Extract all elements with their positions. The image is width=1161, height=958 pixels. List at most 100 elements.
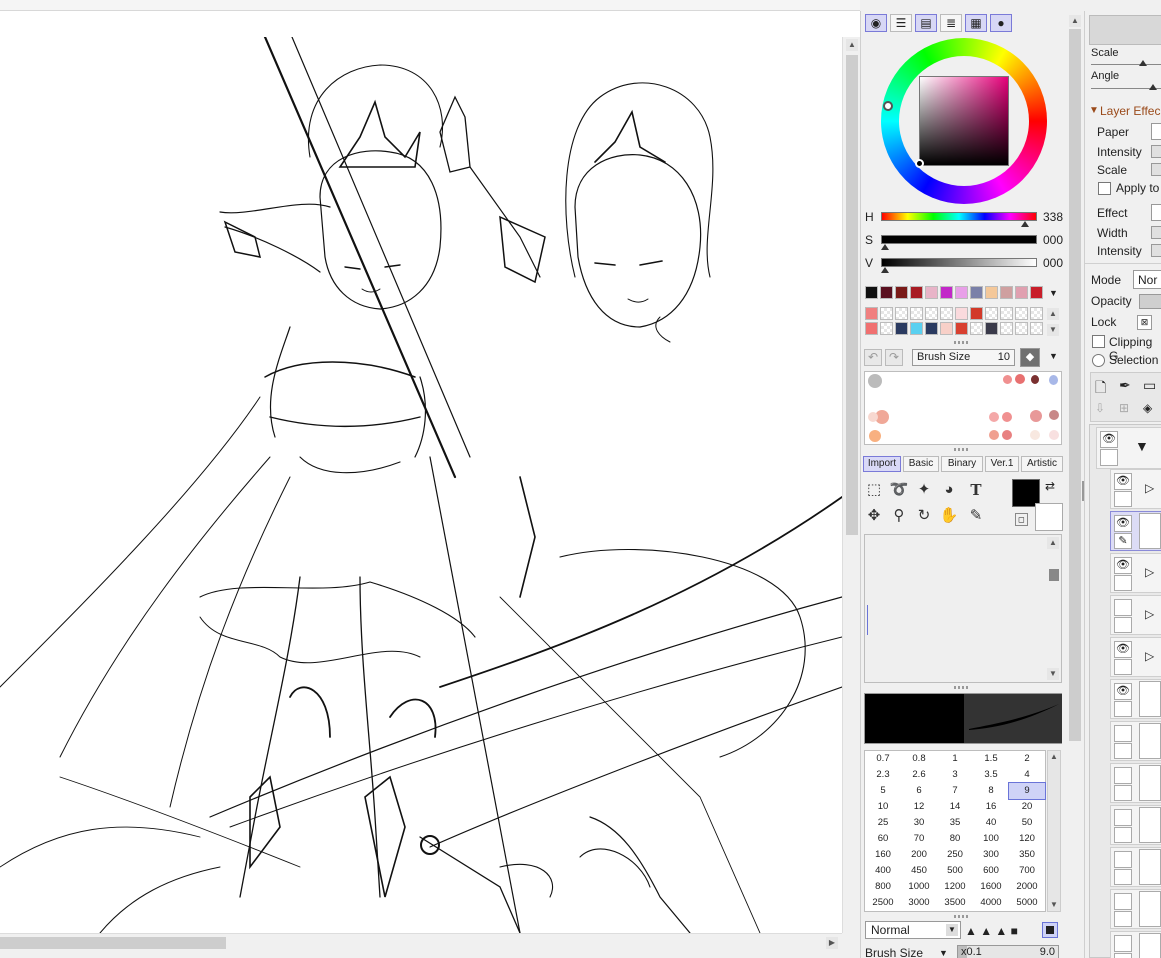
palette-swatch[interactable] — [925, 286, 938, 299]
panel-splitter-4[interactable] — [954, 915, 970, 918]
layer-row[interactable] — [1110, 847, 1161, 887]
palette-swatch[interactable] — [955, 286, 968, 299]
pen-lock-icon[interactable]: ✎ — [1114, 533, 1132, 549]
brush-size-cell[interactable]: 2.3 — [865, 767, 901, 783]
brush-size-dropdown-icon[interactable]: ▼ — [939, 948, 948, 958]
layer-row[interactable]: 👁 ✎ — [1110, 511, 1161, 551]
brush-size-cell[interactable]: 200 — [901, 847, 937, 863]
brush-size-cell[interactable]: 300 — [973, 847, 1009, 863]
brush-size-cell[interactable]: 30 — [901, 815, 937, 831]
chevron-down-icon[interactable]: ▼ — [946, 924, 958, 936]
eraser-toggle-icon[interactable]: ◆ — [1020, 348, 1040, 367]
brush-shape-selected[interactable] — [1042, 922, 1058, 938]
hue-slider[interactable] — [881, 212, 1037, 221]
brush-size-cell[interactable]: 2000 — [1009, 879, 1045, 895]
tool-list-scroll-up-icon[interactable]: ▲ — [1047, 537, 1059, 549]
brush-size-cell[interactable]: 1200 — [937, 879, 973, 895]
palette-swatch[interactable] — [1000, 307, 1013, 320]
canvas-vertical-scrollbar[interactable]: ▲ — [842, 37, 860, 933]
magic-wand-tool-icon[interactable]: ✦ — [913, 479, 935, 501]
layer-lock-icon[interactable] — [1114, 575, 1132, 591]
folder-expand-icon[interactable]: ▷ — [1145, 649, 1154, 663]
brush-size-cell[interactable]: 5 — [865, 783, 901, 799]
tool-mode-tab-basic[interactable]: Basic — [903, 456, 939, 472]
brush-size-cell[interactable]: 4000 — [973, 895, 1009, 911]
brush-size-cell[interactable]: 1.5 — [973, 751, 1009, 767]
palette-swatch[interactable] — [940, 322, 953, 335]
palette-swatch[interactable] — [1015, 286, 1028, 299]
panel-splitter-3[interactable] — [954, 686, 970, 689]
folder-expand-icon[interactable]: ▷ — [1145, 565, 1154, 579]
lock-transparency-icon[interactable]: ⊠ — [1137, 315, 1152, 330]
rgb-sliders-tab-icon[interactable]: ☰ — [890, 14, 912, 32]
layer-lock-icon[interactable] — [1114, 617, 1132, 633]
brush-bar-menu-icon[interactable]: ▼ — [1049, 351, 1058, 361]
palette-swatch[interactable] — [955, 307, 968, 320]
palette-swatch[interactable] — [985, 322, 998, 335]
brush-size-cell[interactable]: 0.7 — [865, 751, 901, 767]
value-slider-handle-icon[interactable] — [881, 267, 889, 273]
palette-swatch[interactable] — [1030, 286, 1043, 299]
opacity-slider[interactable] — [1139, 294, 1161, 309]
rotate-tool-icon[interactable]: ↻ — [913, 505, 935, 527]
undo-icon[interactable]: ↶ — [864, 349, 882, 366]
palette-swatch[interactable] — [925, 322, 938, 335]
transparent-color-icon[interactable]: ◻ — [1015, 513, 1028, 526]
eye-icon[interactable]: 👁 — [1114, 641, 1132, 658]
brush-size-cell[interactable]: 1 — [937, 751, 973, 767]
panel-scroll-thumb[interactable] — [1069, 29, 1081, 741]
panel-scroll-up-icon[interactable]: ▲ — [1069, 15, 1081, 27]
apply-to-checkbox[interactable] — [1098, 182, 1111, 195]
clipping-group-checkbox[interactable] — [1092, 335, 1105, 348]
brush-size-field[interactable]: Brush Size 10 — [912, 349, 1015, 366]
eye-icon[interactable]: 👁 — [1114, 515, 1132, 532]
layer-lock-icon[interactable] — [1114, 911, 1132, 927]
palette-swatch[interactable] — [925, 307, 938, 320]
hue-ring[interactable] — [881, 38, 1047, 204]
hand-tool-icon[interactable]: ✋ — [938, 505, 960, 527]
layer-lock-icon[interactable] — [1114, 743, 1132, 759]
palette-swatch[interactable] — [940, 307, 953, 320]
size-grid-scroll-down-icon[interactable]: ▼ — [1048, 899, 1060, 911]
brush-size-cell[interactable]: 6 — [901, 783, 937, 799]
drawing-canvas[interactable] — [0, 37, 842, 933]
brush-size-cell[interactable]: 100 — [973, 831, 1009, 847]
layer-lock-icon[interactable] — [1100, 449, 1118, 466]
palette-swatch[interactable] — [985, 286, 998, 299]
hidden-eye-icon[interactable] — [1114, 599, 1132, 616]
palette-swatch[interactable] — [970, 286, 983, 299]
layer-row[interactable]: 👁 ▷ — [1110, 553, 1161, 593]
palette-swatch[interactable] — [880, 307, 893, 320]
effect-intensity-slider[interactable] — [1151, 244, 1161, 257]
brush-size-cell[interactable]: 8 — [973, 783, 1009, 799]
brush-size-cell[interactable]: 450 — [901, 863, 937, 879]
clear-layer-icon[interactable]: ◈ — [1143, 401, 1152, 415]
brush-size-cell[interactable]: 600 — [973, 863, 1009, 879]
hsv-sliders-tab-icon[interactable]: ▤ — [915, 14, 937, 32]
background-color-swatch[interactable] — [1035, 503, 1063, 531]
brush-size-cell[interactable]: 800 — [865, 879, 901, 895]
hidden-eye-icon[interactable] — [1114, 767, 1132, 784]
tool-list-scroll-down-icon[interactable]: ▼ — [1047, 668, 1059, 680]
eyedropper-tool-icon[interactable]: ✎ — [965, 505, 987, 527]
layer-lock-icon[interactable] — [1114, 491, 1132, 507]
hidden-eye-icon[interactable] — [1114, 893, 1132, 910]
brush-size-cell[interactable]: 4 — [1009, 767, 1045, 783]
tool-list[interactable]: ▲ ▼ — [864, 534, 1062, 683]
saturation-slider[interactable] — [881, 235, 1037, 244]
folder-expand-icon[interactable]: ▷ — [1145, 481, 1154, 495]
layer-row[interactable] — [1110, 889, 1161, 929]
hue-slider-handle-icon[interactable] — [1021, 221, 1029, 227]
layer-lock-icon[interactable] — [1114, 869, 1132, 885]
layer-row[interactable]: 👁 ▷ — [1110, 469, 1161, 509]
palette-swatch[interactable] — [910, 322, 923, 335]
folder-collapse-icon[interactable]: ▼ — [1135, 438, 1149, 454]
new-layer-icon[interactable]: 🗋 — [1095, 377, 1106, 401]
brush-size-cell[interactable]: 40 — [973, 815, 1009, 831]
palette-swatch[interactable] — [970, 307, 983, 320]
layer-row[interactable]: 👁 ▷ — [1110, 637, 1161, 677]
scratchpad-tab-icon[interactable]: ● — [990, 14, 1012, 32]
effect-select[interactable] — [1151, 204, 1161, 221]
paper-scale-slider[interactable] — [1151, 163, 1161, 176]
effect-width-slider[interactable] — [1151, 226, 1161, 239]
